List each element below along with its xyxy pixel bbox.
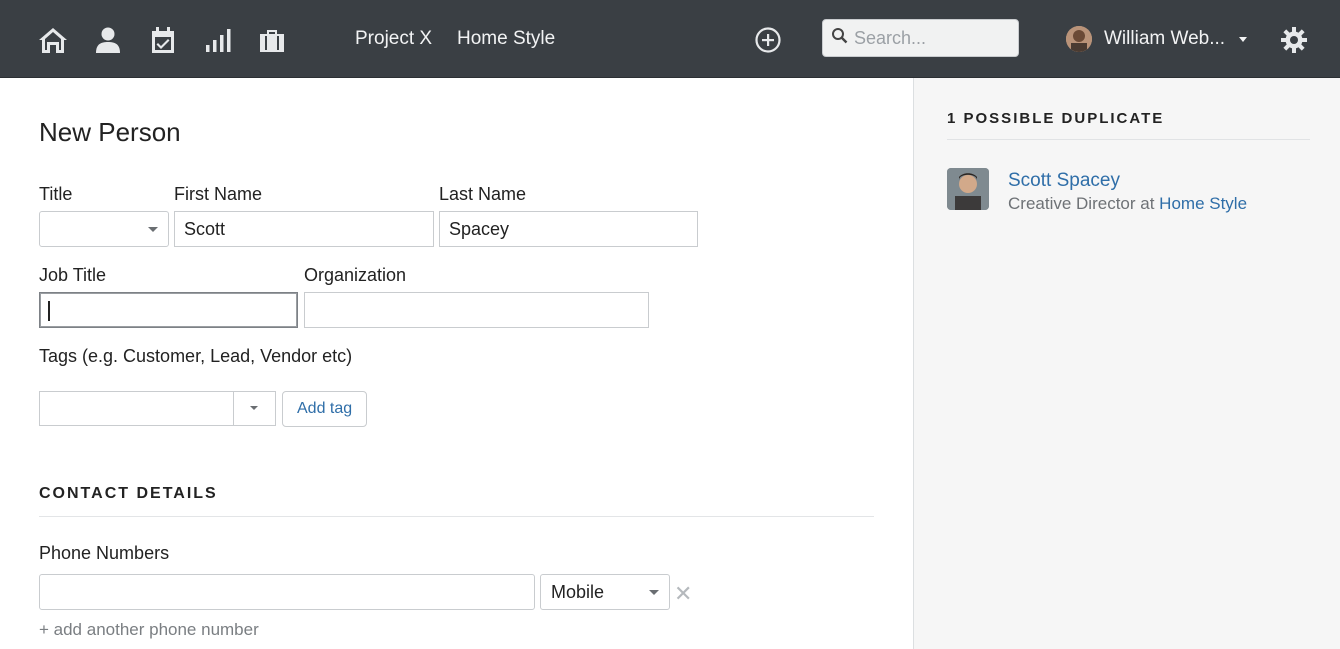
chevron-down-icon [250,406,258,410]
user-menu[interactable]: William Web... [1066,24,1248,54]
section-divider [39,516,874,517]
duplicate-name-link[interactable]: Scott Spacey [1008,170,1120,192]
user-name: William Web... [1104,28,1226,49]
briefcase-icon[interactable] [257,25,287,55]
first-name-label: First Name [174,184,263,204]
add-phone-link[interactable]: + add another phone number [39,620,259,640]
job-title-field[interactable] [39,292,298,328]
duplicate-organization-link[interactable]: Home Style [1159,194,1247,213]
chevron-down-icon [1239,36,1248,42]
phone-numbers-label: Phone Numbers [39,543,170,563]
tags-label: Tags (e.g. Customer, Lead, Vendor etc) [39,346,353,366]
phone-number-field[interactable] [39,574,535,610]
search-box[interactable] [822,19,1019,57]
duplicates-sidebar: 1 POSSIBLE DUPLICATE Scott Spacey Creati… [913,78,1340,649]
text-cursor [48,301,50,321]
last-name-field[interactable] [439,211,698,247]
search-input[interactable] [854,27,1014,49]
organization-label: Organization [304,265,407,285]
tags-dropdown-toggle[interactable] [233,392,275,425]
chevron-down-icon [649,590,659,595]
sidebar-divider [947,139,1310,140]
chevron-down-icon [148,227,158,232]
search-icon [831,27,848,49]
page-title: New Person [39,117,181,147]
phone-type-select[interactable]: Mobile [540,574,670,610]
last-name-label: Last Name [439,184,527,204]
calendar-check-icon[interactable] [148,25,178,55]
organization-field[interactable] [304,292,649,328]
duplicate-role: Creative Director at Home Style [1008,194,1248,213]
gear-icon[interactable] [1279,25,1309,55]
add-circle-icon[interactable] [753,25,783,55]
phone-type-value: Mobile [551,581,605,602]
nav-link-home-style[interactable]: Home Style [457,28,555,50]
title-label: Title [39,184,73,204]
duplicates-heading: 1 POSSIBLE DUPLICATE [947,110,1165,127]
remove-phone-icon[interactable]: ✕ [674,583,692,605]
first-name-field[interactable] [174,211,434,247]
nav-link-project-x[interactable]: Project X [355,28,432,50]
tags-combobox[interactable] [39,391,276,426]
contact-details-heading: CONTACT DETAILS [39,485,218,502]
add-tag-button[interactable]: Add tag [282,391,368,427]
title-select[interactable] [39,211,169,247]
new-person-form: New Person Title First Name Last Name Jo… [0,78,913,649]
reports-icon[interactable] [203,25,233,55]
person-icon[interactable] [93,25,123,55]
top-navigation-bar: Project X Home Style William Web... [0,0,1340,78]
home-icon[interactable] [38,25,68,55]
duplicate-avatar[interactable] [947,168,989,210]
job-title-label: Job Title [39,265,107,285]
user-avatar [1066,26,1092,52]
